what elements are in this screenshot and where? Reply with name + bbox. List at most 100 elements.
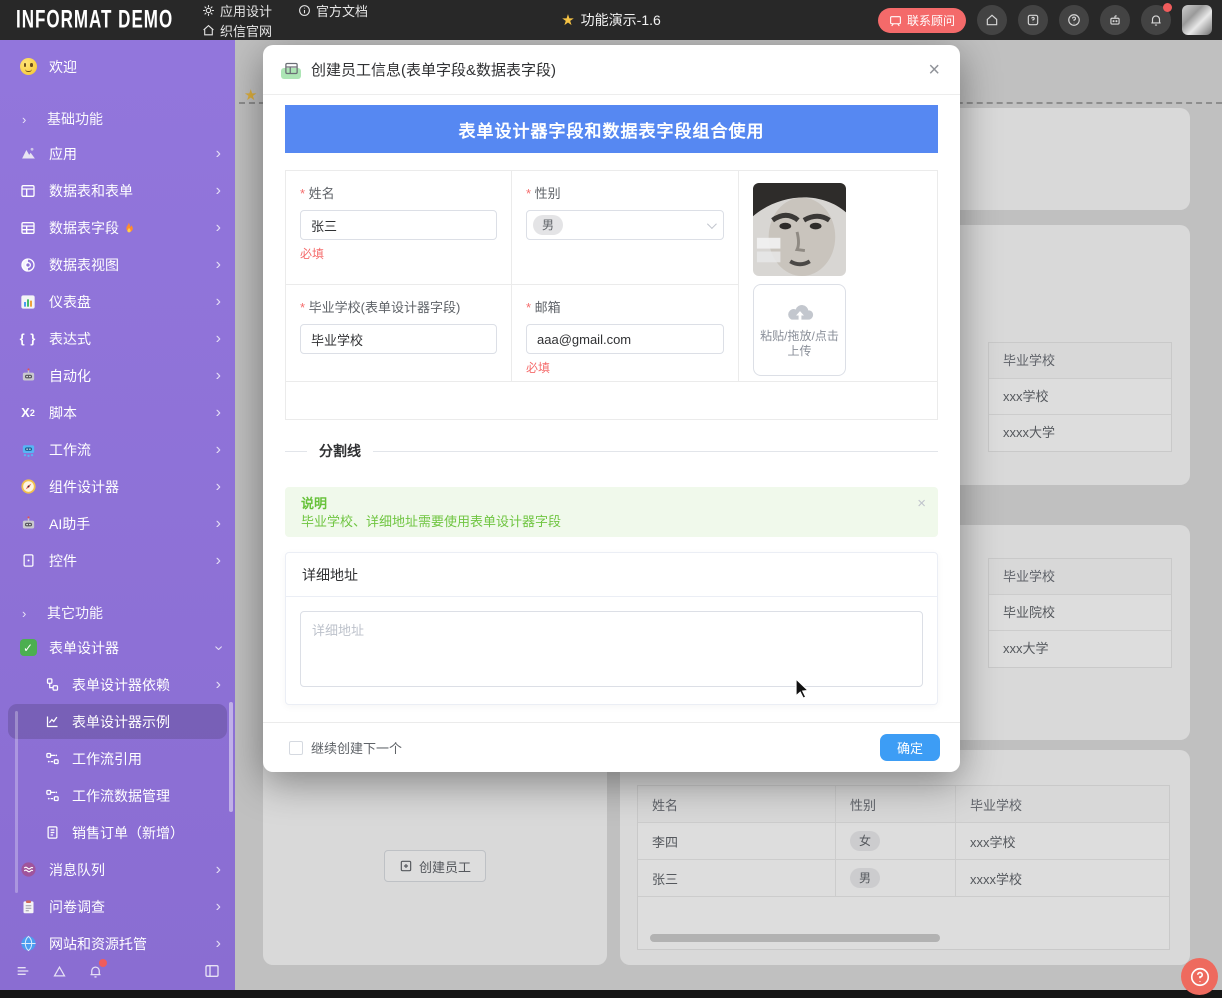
collapse-panel-icon[interactable] xyxy=(203,962,221,980)
bell-icon[interactable] xyxy=(86,962,104,980)
confirm-button[interactable]: 确定 xyxy=(880,734,940,761)
upload-dropzone[interactable]: 粘贴/拖放/点击上传 xyxy=(753,284,846,376)
field-photo: 粘贴/拖放/点击上传 xyxy=(739,171,937,382)
sidebar-item-expressions[interactable]: { } 表达式 › xyxy=(0,320,235,357)
notification-dot xyxy=(1163,3,1172,12)
email-input[interactable] xyxy=(526,324,724,354)
sidebar-item-welcome[interactable]: 欢迎 xyxy=(0,48,235,85)
field-email: 邮箱 必填 xyxy=(512,285,739,382)
close-icon[interactable]: × xyxy=(928,60,940,80)
assistant-button[interactable] xyxy=(1100,5,1130,35)
user-avatar[interactable] xyxy=(1182,5,1212,35)
flame-icon xyxy=(122,221,135,235)
employee-photo[interactable] xyxy=(753,183,846,276)
school-input[interactable] xyxy=(300,324,497,354)
gender-select[interactable]: 男 xyxy=(526,210,724,240)
continue-checkbox-label[interactable]: 继续创建下一个 xyxy=(311,738,402,757)
robot-icon xyxy=(18,514,38,534)
info-icon xyxy=(298,4,311,17)
field-school: 毕业学校(表单设计器字段) xyxy=(286,285,512,382)
sidebar-item-workflow-ref[interactable]: 工作流引用 xyxy=(0,740,235,777)
sidebar-scrollbar[interactable] xyxy=(229,702,233,812)
empty-form-row xyxy=(286,382,937,419)
chevron-right-icon: › xyxy=(216,331,221,347)
sidebar-item-workflow-data[interactable]: 工作流数据管理 xyxy=(0,777,235,814)
contact-advisor-button[interactable]: 联系顾问 xyxy=(878,8,966,33)
sidebar-item-form-designer[interactable]: ✓ 表单设计器 › xyxy=(0,629,235,666)
chevron-right-icon: › xyxy=(216,368,221,384)
help-button[interactable] xyxy=(1059,5,1089,35)
feedback-icon xyxy=(1026,13,1040,27)
topbar-actions: 联系顾问 xyxy=(878,0,1212,40)
sidebar-item-form-designer-deps[interactable]: 表单设计器依赖 › xyxy=(0,666,235,703)
sidebar-menu: 欢迎 › 基础功能 应用 › 数据表和表单 › 数据表字段 › xyxy=(0,40,235,952)
sidebar-item-ai-assistant[interactable]: AI助手 › xyxy=(0,505,235,542)
script-icon: X2 xyxy=(18,403,38,423)
home-icon xyxy=(985,13,999,27)
sidebar-item-table-fields[interactable]: 数据表字段 › xyxy=(0,209,235,246)
line-chart-icon xyxy=(42,712,62,732)
chevron-right-icon: › xyxy=(216,516,221,532)
robot-icon xyxy=(18,366,38,386)
sidebar-item-workflow[interactable]: 工作流 › xyxy=(0,431,235,468)
continue-checkbox[interactable] xyxy=(289,741,303,755)
sidebar-item-sales-order[interactable]: 销售订单（新增） xyxy=(0,814,235,851)
window-bottom-edge xyxy=(0,990,1222,998)
app-logo: INFORMAT DEMO xyxy=(16,6,166,35)
chevron-right-icon: › xyxy=(216,677,221,693)
address-textarea[interactable] xyxy=(300,611,923,687)
sidebar-item-survey[interactable]: 问卷调查 › xyxy=(0,888,235,925)
feedback-button[interactable] xyxy=(1018,5,1048,35)
sidebar-item-scripts[interactable]: X2 脚本 › xyxy=(0,394,235,431)
list-icon[interactable] xyxy=(14,962,32,980)
home-button[interactable] xyxy=(977,5,1007,35)
triangle-icon[interactable] xyxy=(50,962,68,980)
close-icon[interactable]: × xyxy=(917,495,926,512)
divider-label: 分割线 xyxy=(319,441,361,461)
sidebar-item-component-designer[interactable]: 组件设计器 › xyxy=(0,468,235,505)
compass-icon xyxy=(18,477,38,497)
sidebar-item-widgets[interactable]: 控件 › xyxy=(0,542,235,579)
star-icon: ★ xyxy=(561,11,574,29)
sidebar-item-table-views[interactable]: 数据表视图 › xyxy=(0,246,235,283)
section-divider: 分割线 xyxy=(285,441,938,461)
sidebar-item-app[interactable]: 应用 › xyxy=(0,135,235,172)
nav-official-docs[interactable]: 官方文档 xyxy=(298,1,368,19)
modal-header: 创建员工信息(表单字段&数据表字段) × xyxy=(263,45,960,95)
sidebar-item-automation[interactable]: 自动化 › xyxy=(0,357,235,394)
alert-title: 说明 xyxy=(301,495,904,513)
table-icon xyxy=(283,61,303,79)
message-queue-icon xyxy=(18,860,38,880)
info-alert: 说明 毕业学校、详细地址需要使用表单设计器字段 × xyxy=(285,487,938,537)
chevron-right-icon: › xyxy=(216,220,221,236)
bell-icon xyxy=(1149,13,1163,27)
table-view-icon xyxy=(18,255,38,275)
sidebar-item-message-queue[interactable]: 消息队列 › xyxy=(0,851,235,888)
sidebar-item-form-designer-examples[interactable]: 表单设计器示例 xyxy=(0,703,235,740)
notification-dot xyxy=(99,959,107,967)
sidebar-item-dashboard[interactable]: 仪表盘 › xyxy=(0,283,235,320)
notifications-button[interactable] xyxy=(1141,5,1171,35)
floating-help-button[interactable] xyxy=(1181,958,1218,995)
globe-icon xyxy=(18,934,38,954)
sidebar-group-basic[interactable]: › 基础功能 xyxy=(0,103,235,135)
field-label: 姓名 xyxy=(300,183,497,202)
form-grid: 姓名 必填 性别 男 xyxy=(285,170,938,420)
nav-official-site[interactable]: 织信官网 xyxy=(202,21,272,39)
chevron-right-icon: › xyxy=(216,183,221,199)
sidebar-item-tables-forms[interactable]: 数据表和表单 › xyxy=(0,172,235,209)
mountain-icon xyxy=(18,144,38,164)
form-banner: 表单设计器字段和数据表字段组合使用 xyxy=(285,105,938,153)
chevron-right-icon: › xyxy=(216,479,221,495)
smiley-icon xyxy=(18,57,38,77)
chevron-down-icon: › xyxy=(210,645,226,650)
gear-icon xyxy=(202,4,215,17)
sidebar-group-other[interactable]: › 其它功能 xyxy=(0,597,235,629)
nav-app-design[interactable]: 应用设计 xyxy=(202,1,272,19)
dashboard-icon xyxy=(18,292,38,312)
chevron-right-icon: › xyxy=(216,862,221,878)
address-card: 详细地址 xyxy=(285,552,938,705)
name-input[interactable] xyxy=(300,210,497,240)
expression-icon: { } xyxy=(18,329,38,349)
home-icon xyxy=(202,24,215,37)
